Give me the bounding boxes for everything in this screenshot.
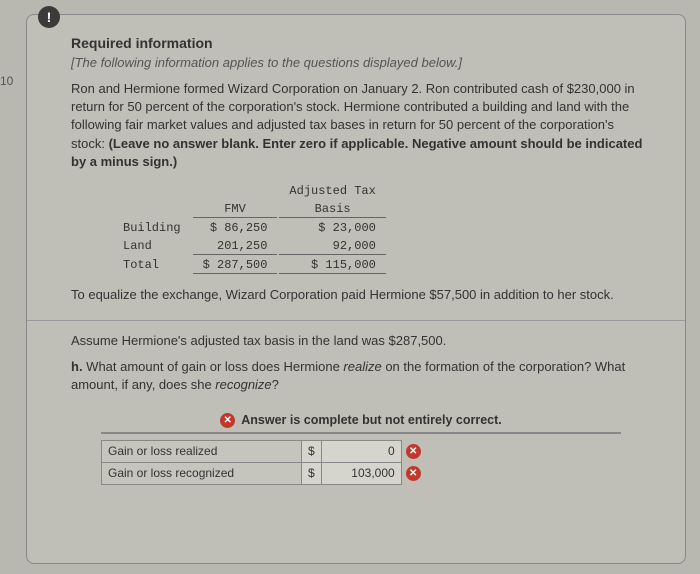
- question-part-a: What amount of gain or loss does Hermion…: [83, 359, 344, 374]
- dollar-sign: $: [302, 440, 322, 462]
- answer-table: Gain or loss realized $ 0 ✕ Gain or loss…: [101, 440, 428, 485]
- row-total-label: Total: [113, 257, 191, 274]
- col-basis: Basis: [279, 201, 385, 218]
- divider: [27, 320, 686, 321]
- row-total-basis: $ 115,000: [279, 257, 385, 274]
- col-adjusted: Adjusted Tax: [279, 183, 385, 199]
- x-icon: ✕: [406, 444, 421, 459]
- realized-input[interactable]: 0: [321, 440, 401, 462]
- col-fmv: FMV: [193, 201, 278, 218]
- table-row: Gain or loss realized $ 0 ✕: [102, 440, 428, 462]
- question-ital-recognize: recognize: [215, 377, 271, 392]
- fmv-table: Adjusted Tax FMV Basis Building $ 86,250…: [111, 181, 388, 276]
- answer-status-text: Answer is complete but not entirely corr…: [241, 413, 501, 427]
- assume-text: Assume Hermione's adjusted tax basis in …: [71, 333, 651, 348]
- question-ital-realize: realize: [343, 359, 381, 374]
- dollar-sign: $: [302, 462, 322, 484]
- body-bold: (Leave no answer blank. Enter zero if ap…: [71, 136, 642, 169]
- x-icon: ✕: [406, 466, 421, 481]
- question-part-c: ?: [272, 377, 279, 392]
- equalize-text: To equalize the exchange, Wizard Corpora…: [71, 286, 651, 304]
- answer-status-bar: ✕ Answer is complete but not entirely co…: [101, 413, 621, 434]
- question-card: Required information [The following info…: [26, 14, 686, 564]
- question-prefix: h.: [71, 359, 83, 374]
- row-total-fmv: $ 287,500: [193, 257, 278, 274]
- realized-label: Gain or loss realized: [102, 440, 302, 462]
- x-icon: ✕: [220, 413, 235, 428]
- row-land-fmv: 201,250: [193, 238, 278, 255]
- question-h: h. What amount of gain or loss does Herm…: [71, 358, 651, 394]
- required-info-title: Required information: [71, 35, 651, 51]
- row-land-basis: 92,000: [279, 238, 385, 255]
- row-building-basis: $ 23,000: [279, 220, 385, 236]
- row-building-fmv: $ 86,250: [193, 220, 278, 236]
- row-land-label: Land: [113, 238, 191, 255]
- subtitle: [The following information applies to th…: [71, 55, 651, 70]
- page-number: 10: [0, 74, 13, 88]
- scenario-text: Ron and Hermione formed Wizard Corporati…: [71, 80, 651, 171]
- table-row: Gain or loss recognized $ 103,000 ✕: [102, 462, 428, 484]
- alert-icon: !: [38, 6, 60, 28]
- recognized-label: Gain or loss recognized: [102, 462, 302, 484]
- recognized-input[interactable]: 103,000: [321, 462, 401, 484]
- row-building-label: Building: [113, 220, 191, 236]
